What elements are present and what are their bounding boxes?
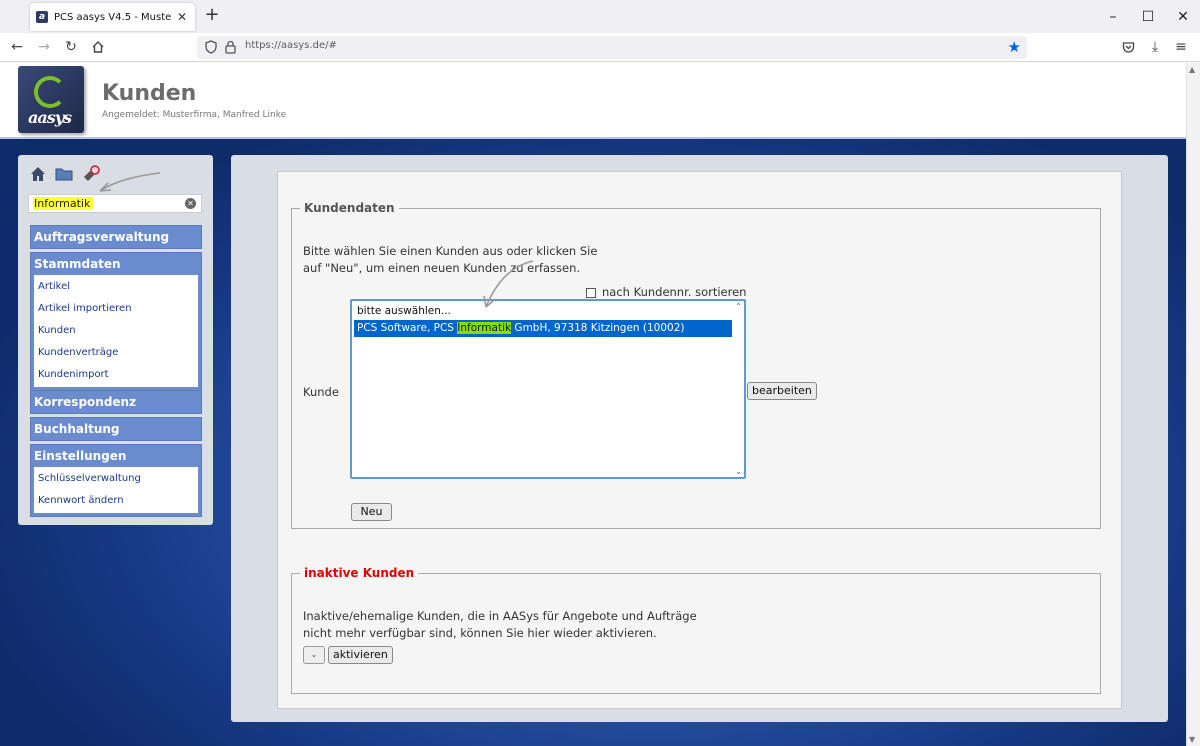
page-scrollbar[interactable]: ▲ ▼: [1186, 63, 1200, 746]
menu-icon[interactable]: ≡: [1172, 38, 1190, 56]
sidebar: Informatik ✕ Auftragsverwaltung Stammdat…: [18, 155, 213, 525]
sidebar-submenu: Artikel Artikel importieren Kunden Kunde…: [34, 275, 198, 387]
inaktive-kunden-fieldset: inaktive Kunden Inaktive/ehemalige Kunde…: [291, 566, 1101, 694]
edit-customer-button[interactable]: bearbeiten: [747, 382, 817, 400]
sidebar-item-schluesselverwaltung[interactable]: Schlüsselverwaltung: [34, 468, 198, 490]
scroll-up-icon[interactable]: ⌃: [735, 302, 742, 311]
sort-by-number-checkbox[interactable]: [586, 288, 596, 298]
sidebar-section-label[interactable]: Buchhaltung: [31, 418, 201, 440]
inaktive-description: Inaktive/ehemalige Kunden, die in AASys …: [303, 608, 697, 642]
home-icon[interactable]: [29, 165, 47, 183]
search-value: Informatik: [33, 197, 94, 210]
minimize-button[interactable]: –: [1104, 8, 1122, 26]
bookmark-star-icon[interactable]: ★: [1008, 38, 1021, 56]
sidebar-section-buchhaltung[interactable]: Buchhaltung: [30, 417, 202, 441]
browser-tab[interactable]: a PCS aasys V4.5 - Musterfirma - K ✕: [30, 3, 195, 31]
sort-by-number-label[interactable]: nach Kundennr. sortieren: [602, 285, 746, 299]
listbox-option-selected[interactable]: PCS Software, PCS Informatik GmbH, 97318…: [354, 320, 732, 337]
home-browser-icon[interactable]: [89, 38, 107, 56]
kundendaten-fieldset: Kundendaten Bitte wählen Sie einen Kunde…: [291, 201, 1101, 529]
browser-navbar: ← → ↻ https://aasys.de/# ★ ⤓ ≡: [0, 33, 1200, 62]
folder-icon[interactable]: [55, 165, 73, 183]
maximize-button[interactable]: ☐: [1139, 8, 1157, 26]
sidebar-section-korrespondenz[interactable]: Korrespondenz: [30, 390, 202, 414]
customer-listbox[interactable]: bitte auswählen... PCS Software, PCS Inf…: [350, 299, 746, 479]
sidebar-section-label[interactable]: Stammdaten: [31, 253, 201, 275]
lock-icon[interactable]: [225, 40, 236, 54]
url-bar[interactable]: https://aasys.de/# ★: [197, 36, 1027, 59]
app-header: aasys Kunden Angemeldet: Musterfirma, Ma…: [0, 63, 1186, 139]
favicon-icon: a: [36, 11, 48, 23]
kundendaten-legend: Kundendaten: [300, 201, 399, 215]
sidebar-item-kundenvertraege[interactable]: Kundenverträge: [34, 342, 198, 364]
sidebar-item-kundenimport[interactable]: Kundenimport: [34, 364, 198, 386]
sidebar-section-einstellungen: Einstellungen Schlüsselverwaltung Kennwo…: [30, 444, 202, 517]
page-title: Kunden: [102, 81, 197, 106]
logged-in-info: Angemeldet: Musterfirma, Manfred Linke: [102, 110, 287, 120]
logo-text: aasys: [28, 108, 72, 127]
scroll-up-icon[interactable]: ▲: [1189, 65, 1195, 74]
description-line: Inaktive/ehemalige Kunden, die in AASys …: [303, 609, 697, 623]
search-match-highlight: Informatik: [457, 322, 512, 334]
sidebar-section-label[interactable]: Auftragsverwaltung: [31, 226, 201, 248]
main-panel: Kundendaten Bitte wählen Sie einen Kunde…: [231, 155, 1168, 722]
description-line: nicht mehr verfügbar sind, können Sie hi…: [303, 626, 657, 640]
tab-title: PCS aasys V4.5 - Musterfirma - K: [54, 11, 171, 23]
tab-close-icon[interactable]: ✕: [175, 10, 189, 24]
sidebar-item-artikel-importieren[interactable]: Artikel importieren: [34, 298, 198, 320]
inaktive-kunden-legend: inaktive Kunden: [300, 566, 419, 580]
logo-mark-icon: [34, 76, 66, 108]
help-icon[interactable]: [82, 165, 100, 183]
content-area: Kundendaten Bitte wählen Sie einen Kunde…: [277, 171, 1122, 709]
description-line: auf "Neu", um einen neuen Kunden zu erfa…: [303, 261, 581, 275]
description-line: Bitte wählen Sie einen Kunden aus oder k…: [303, 244, 598, 258]
sidebar-item-artikel[interactable]: Artikel: [34, 276, 198, 298]
url-text[interactable]: https://aasys.de/#: [245, 40, 337, 51]
sidebar-submenu: Schlüsselverwaltung Kennwort ändern: [34, 467, 198, 513]
activate-button[interactable]: aktivieren: [328, 646, 393, 664]
scroll-down-icon[interactable]: ▼: [1189, 735, 1195, 744]
sidebar-section-label[interactable]: Einstellungen: [31, 445, 201, 467]
clear-search-icon[interactable]: ✕: [185, 198, 196, 209]
option-text: GmbH, 97318 Kitzingen (10002): [511, 322, 685, 334]
sidebar-item-kunden[interactable]: Kunden: [34, 320, 198, 342]
kunde-label: Kunde: [303, 385, 339, 399]
listbox-option-placeholder[interactable]: bitte auswählen...: [354, 303, 732, 320]
option-text: PCS Software, PCS: [357, 322, 458, 334]
sidebar-section-stammdaten: Stammdaten Artikel Artikel importieren K…: [30, 252, 202, 391]
pocket-icon[interactable]: [1119, 38, 1137, 56]
inactive-customer-select[interactable]: ⌄: [303, 646, 325, 664]
new-customer-button[interactable]: Neu: [351, 503, 392, 521]
sidebar-item-kennwort-aendern[interactable]: Kennwort ändern: [34, 490, 198, 512]
close-window-button[interactable]: ✕: [1174, 8, 1192, 26]
sidebar-section-label[interactable]: Korrespondenz: [31, 391, 201, 413]
downloads-icon[interactable]: ⤓: [1146, 38, 1164, 56]
browser-tabbar: a PCS aasys V4.5 - Musterfirma - K ✕ + –…: [0, 0, 1200, 33]
new-tab-button[interactable]: +: [203, 6, 221, 25]
page-viewport: aasys Kunden Angemeldet: Musterfirma, Ma…: [0, 63, 1186, 746]
reload-icon[interactable]: ↻: [62, 38, 80, 56]
kundendaten-description: Bitte wählen Sie einen Kunden aus oder k…: [303, 243, 597, 277]
forward-icon[interactable]: →: [35, 38, 53, 56]
shield-icon[interactable]: [205, 40, 217, 54]
search-input[interactable]: Informatik ✕: [28, 194, 202, 213]
back-icon[interactable]: ←: [8, 38, 26, 56]
listbox-scrollbar[interactable]: ⌃ ⌄: [732, 301, 744, 477]
aasys-logo[interactable]: aasys: [18, 66, 84, 133]
scroll-down-icon[interactable]: ⌄: [735, 467, 742, 476]
sidebar-section-auftragsverwaltung[interactable]: Auftragsverwaltung: [30, 225, 202, 249]
